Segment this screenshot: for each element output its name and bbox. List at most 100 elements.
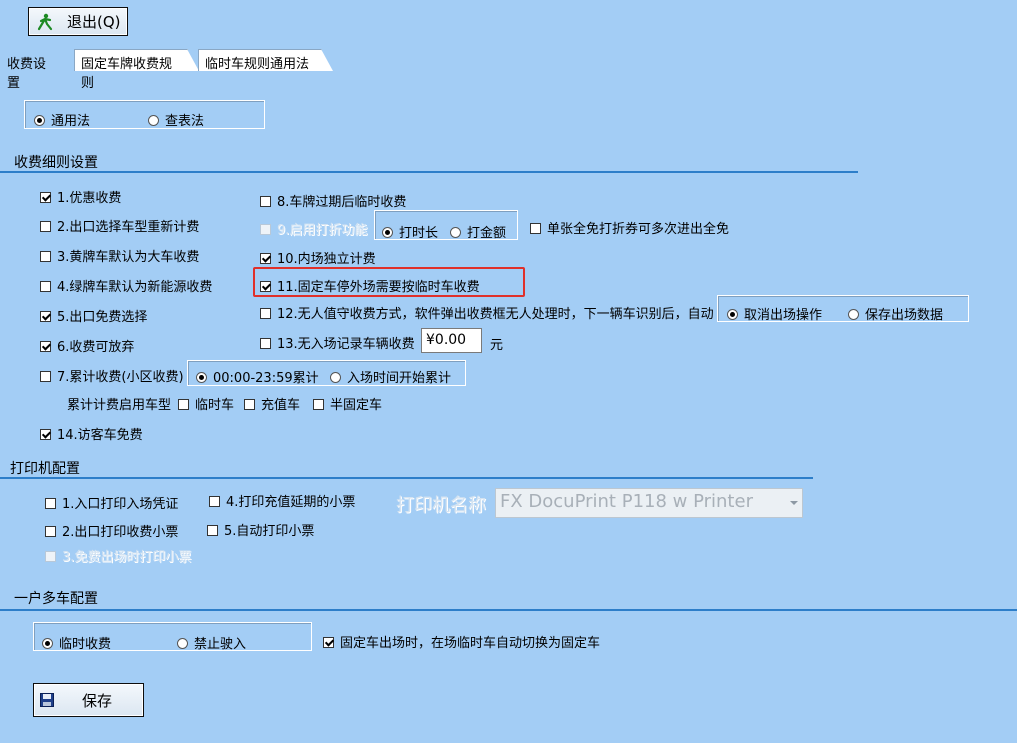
checkbox-icon [260,224,271,235]
radio-icon [330,372,341,383]
checkbox-label: 6.收费可放弃 [57,340,135,355]
rule-14-checkbox[interactable]: 14.访客车免费 [40,424,143,443]
single-free-coupon-checkbox[interactable]: 单张全免打折券可多次进出全免 [530,218,729,237]
checkbox-label: 10.内场独立计费 [277,252,376,267]
rule-3-checkbox[interactable]: 3.黄牌车默认为大车收费 [40,246,199,265]
rule-8-checkbox[interactable]: 8.车牌过期后临时收费 [260,191,406,210]
rule-11-checkbox[interactable]: 11.固定车停外场需要按临时车收费 [260,276,480,295]
tab-label: 临时车规则通用法 [205,57,310,72]
radio-icon [848,309,859,320]
checkbox-icon [260,253,271,264]
radio-icon [177,638,188,649]
checkbox-label: 1.入口打印入场凭证 [62,497,179,512]
radio-label: 禁止驶入 [194,637,247,652]
printer-divider [0,477,813,479]
printer-name-select[interactable]: FX DocuPrint P118 w Printer [495,488,803,518]
exit-button[interactable]: 退出(Q) [28,7,128,36]
print-recharge-checkbox[interactable]: 4.打印充值延期的小票 [209,491,355,510]
checkbox-label: 5.自动打印小票 [224,524,315,539]
rule-1-checkbox[interactable]: 1.优惠收费 [40,187,121,206]
checkbox-icon [45,498,56,509]
checkbox-icon [40,221,51,232]
checkbox-icon [207,525,218,536]
tab-fee-settings[interactable]: 收费设置 [0,49,71,91]
rule-12-checkbox[interactable]: 12.无人值守收费方式，软件弹出收费框无人处理时，下一辆车识别后，自动 [260,303,714,322]
accumulate-temp-checkbox[interactable]: 临时车 [178,394,234,413]
rule-6-checkbox[interactable]: 6.收费可放弃 [40,336,134,355]
exit-label: 退出(Q) [67,13,121,31]
accumulate-daily-radio[interactable]: 00:00-23:59累计 [196,367,319,386]
tab-temp-rules-general[interactable]: 临时车规则通用法 [198,49,333,72]
radio-label: 00:00-23:59累计 [213,371,319,386]
checkbox-icon [40,371,51,382]
radio-label: 打时长 [399,226,439,241]
auto-print-checkbox[interactable]: 5.自动打印小票 [207,520,314,539]
radio-icon [382,227,393,238]
checkbox-icon [40,251,51,262]
rule-2-checkbox[interactable]: 2.出口选择车型重新计费 [40,216,199,235]
checkbox-label: 3.免费出场时打印小票 [62,550,192,565]
tab-fixed-plate-rules[interactable]: 固定车牌收费规则 [74,49,199,91]
multi-car-title: 一户多车配置 [14,591,98,607]
forbid-entry-radio[interactable]: 禁止驶入 [177,633,246,652]
fee-rules-title: 收费细则设置 [14,155,98,171]
fee-rules-divider [0,171,858,173]
auto-switch-fixed-checkbox[interactable]: 固定车出场时，在场临时车自动切换为固定车 [323,632,600,651]
print-free-exit-checkbox: 3.免费出场时打印小票 [45,546,191,565]
accumulate-vehicle-label: 累计计费启用车型 [67,398,172,413]
checkbox-icon [40,281,51,292]
rule-5-checkbox[interactable]: 5.出口免费选择 [40,306,147,325]
checkbox-icon [313,399,324,410]
checkbox-label: 1.优惠收费 [57,191,122,206]
exit-icon [37,13,53,30]
chevron-down-icon [790,501,798,505]
radio-icon [450,227,461,238]
accumulate-recharge-checkbox[interactable]: 充值车 [244,394,300,413]
checkbox-label: 固定车出场时，在场临时车自动切换为固定车 [340,636,601,651]
checkbox-label: 单张全免打折券可多次进出全免 [547,222,730,237]
method-general-radio[interactable]: 通用法 [34,110,90,129]
checkbox-icon [260,196,271,207]
checkbox-label: 12.无人值守收费方式，软件弹出收费框无人处理时，下一辆车识别后，自动 [277,307,714,322]
discount-amount-radio[interactable]: 打金额 [450,222,506,241]
print-exit-receipt-checkbox[interactable]: 2.出口打印收费小票 [45,521,178,540]
save-label: 保存 [82,691,113,710]
rule-7-checkbox[interactable]: 7.累计收费(小区收费) [40,366,184,385]
checkbox-label: 11.固定车停外场需要按临时车收费 [277,280,480,295]
checkbox-icon [40,192,51,203]
cancel-exit-radio[interactable]: 取消出场操作 [727,304,822,323]
checkbox-icon [45,551,56,562]
checkbox-label: 5.出口免费选择 [57,310,148,325]
printer-title: 打印机配置 [10,461,80,477]
radio-label: 取消出场操作 [744,308,823,323]
checkbox-label: 3.黄牌车默认为大车收费 [57,250,200,265]
checkbox-label: 13.无入场记录车辆收费 [277,337,415,352]
method-lookup-radio[interactable]: 查表法 [148,110,204,129]
select-value: FX DocuPrint P118 w Printer [500,491,753,512]
radio-icon [34,115,45,126]
temp-charge-radio[interactable]: 临时收费 [42,633,111,652]
radio-icon [148,115,159,126]
accumulate-entry-radio[interactable]: 入场时间开始累计 [330,367,451,386]
radio-icon [196,372,207,383]
radio-label: 打金额 [467,226,507,241]
save-button[interactable]: 保存 [33,683,144,717]
checkbox-label: 4.绿牌车默认为新能源收费 [57,280,213,295]
save-exit-data-radio[interactable]: 保存出场数据 [848,304,943,323]
printer-name-label: 打印机名称 [396,495,486,516]
checkbox-label: 临时车 [195,398,235,413]
rule-10-checkbox[interactable]: 10.内场独立计费 [260,248,376,267]
checkbox-icon [209,496,220,507]
radio-label: 保存出场数据 [865,308,944,323]
discount-time-radio[interactable]: 打时长 [382,222,438,241]
checkbox-icon [530,223,541,234]
no-entry-fee-input[interactable]: ¥0.00 [421,328,482,353]
rule-13-checkbox[interactable]: 13.无入场记录车辆收费 [260,333,415,352]
print-entry-ticket-checkbox[interactable]: 1.入口打印入场凭证 [45,493,178,512]
checkbox-icon [244,399,255,410]
rule-4-checkbox[interactable]: 4.绿牌车默认为新能源收费 [40,276,212,295]
checkbox-label: 2.出口打印收费小票 [62,525,179,540]
checkbox-label: 7.累计收费(小区收费) [57,370,184,385]
save-icon [40,693,54,707]
accumulate-semi-fixed-checkbox[interactable]: 半固定车 [313,394,382,413]
